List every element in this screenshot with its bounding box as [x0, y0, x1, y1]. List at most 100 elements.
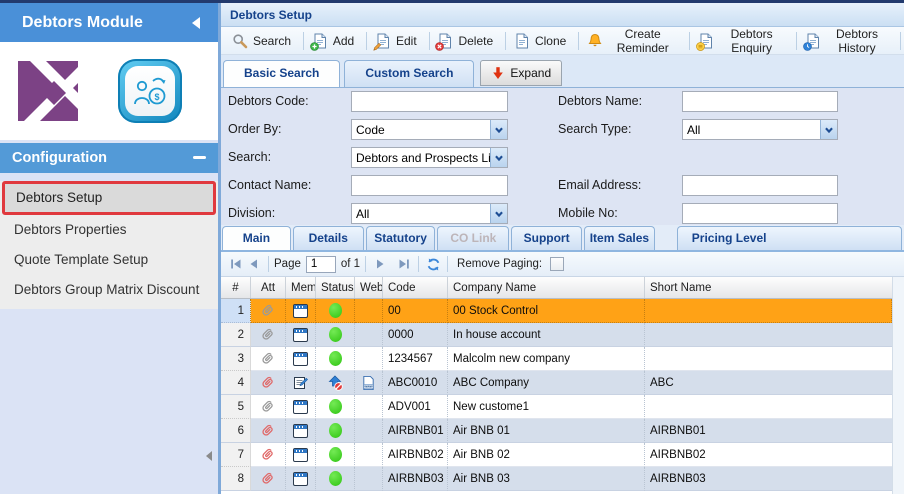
- sidebar-item-quote-template-setup[interactable]: Quote Template Setup: [0, 245, 218, 275]
- main-panel: Debtors Setup Search Add Edit: [218, 3, 904, 494]
- attachment-cell: [251, 467, 286, 491]
- logo-panel: $: [0, 42, 218, 140]
- delete-button[interactable]: Delete: [432, 29, 502, 53]
- row-number: 1: [221, 299, 251, 323]
- table-row[interactable]: 8 AIRBNB03 Air BNB 03 AIRBNB03: [221, 467, 892, 491]
- contact-name-input[interactable]: [352, 176, 507, 195]
- splitter-collapse-icon[interactable]: [206, 451, 212, 461]
- tab-statutory[interactable]: Statutory: [366, 226, 436, 250]
- edit-button-label: Edit: [396, 34, 417, 48]
- column-header-status[interactable]: Status: [316, 277, 355, 298]
- tab-custom-search[interactable]: Custom Search: [344, 60, 474, 87]
- contact-name-field[interactable]: [351, 175, 508, 196]
- memo-cell: [286, 443, 316, 467]
- remove-paging-checkbox[interactable]: [550, 257, 564, 271]
- collapse-sidebar-icon[interactable]: [192, 17, 200, 29]
- tab-item-sales[interactable]: Item Sales: [584, 226, 655, 250]
- toolbar-separator: [900, 32, 901, 50]
- column-header-company-name[interactable]: Company Name: [448, 277, 645, 298]
- vertical-scrollbar[interactable]: [892, 277, 904, 494]
- create-reminder-button[interactable]: Create Reminder: [582, 29, 686, 53]
- company-name-cell: Air BNB 02: [448, 443, 645, 467]
- division-value: All: [352, 207, 490, 221]
- doc-delete-icon: [437, 33, 453, 49]
- company-name-cell: In house account: [448, 323, 645, 347]
- debtors-enquiry-button[interactable]: Debtors Enquiry: [693, 29, 793, 53]
- edit-button[interactable]: Edit: [370, 29, 426, 53]
- division-label: Division:: [228, 203, 275, 224]
- refresh-button[interactable]: [424, 255, 442, 273]
- detail-tab-strip: Main Details Statutory CO Link Support T…: [221, 225, 904, 252]
- first-page-button[interactable]: [227, 255, 245, 273]
- toolbar-separator: [303, 32, 304, 50]
- tab-support-task[interactable]: Support Task: [511, 226, 582, 250]
- contact-name-label: Contact Name:: [228, 175, 311, 196]
- memo-cell: [286, 467, 316, 491]
- sidebar-item-debtors-properties[interactable]: Debtors Properties: [0, 215, 218, 245]
- tab-details[interactable]: Details: [293, 226, 364, 250]
- search-button[interactable]: Search: [227, 29, 300, 53]
- add-button[interactable]: Add: [307, 29, 363, 53]
- tab-pricing-level[interactable]: Pricing Level: [677, 226, 902, 250]
- sidebar-item-debtors-setup[interactable]: Debtors Setup: [5, 184, 213, 212]
- company-name-cell: Air BNB 01: [448, 419, 645, 443]
- email-address-input[interactable]: [683, 176, 837, 195]
- clone-button[interactable]: Clone: [509, 29, 575, 53]
- table-row[interactable]: 1 00 00 Stock Control: [221, 299, 892, 323]
- paperclip-icon: [260, 399, 276, 415]
- svg-text:$: $: [154, 92, 159, 102]
- debtors-name-input[interactable]: [683, 92, 837, 111]
- last-page-icon: [396, 256, 412, 272]
- table-row[interactable]: 7 AIRBNB02 Air BNB 02 AIRBNB02: [221, 443, 892, 467]
- debtors-code-input[interactable]: [352, 92, 507, 111]
- row-number: 4: [221, 371, 251, 395]
- last-page-button[interactable]: [395, 255, 413, 273]
- chevron-down-icon[interactable]: [490, 120, 507, 139]
- table-row[interactable]: 6 AIRBNB01 Air BNB 01 AIRBNB01: [221, 419, 892, 443]
- mobile-no-label: Mobile No:: [558, 203, 618, 224]
- chevron-down-icon[interactable]: [820, 120, 837, 139]
- chevron-down-icon[interactable]: [490, 148, 507, 167]
- sidebar-item-debtors-group-matrix-discount[interactable]: Debtors Group Matrix Discount: [0, 275, 218, 305]
- status-active-icon: [329, 471, 342, 486]
- previous-page-button[interactable]: [245, 255, 263, 273]
- website-cell: [355, 395, 383, 419]
- debtors-code-field[interactable]: [351, 91, 508, 112]
- tab-main[interactable]: Main: [222, 226, 291, 250]
- grid-body: 1 00 00 Stock Control 2 0000: [221, 299, 892, 494]
- debtors-name-field[interactable]: [682, 91, 838, 112]
- sidebar-header[interactable]: Debtors Module: [0, 3, 218, 42]
- chevron-down-icon[interactable]: [490, 204, 507, 223]
- table-row[interactable]: 4 ABC0010 ABC Company ABC: [221, 371, 892, 395]
- division-select[interactable]: All: [351, 203, 508, 224]
- memo-edited-icon: [293, 375, 309, 391]
- email-address-field[interactable]: [682, 175, 838, 196]
- search-select[interactable]: Debtors and Prospects Li: [351, 147, 508, 168]
- minus-icon[interactable]: [193, 156, 206, 159]
- order-by-select[interactable]: Code: [351, 119, 508, 140]
- page-number-input[interactable]: [306, 256, 336, 273]
- column-header-short-name[interactable]: Short Name: [645, 277, 892, 298]
- debtors-history-button[interactable]: Debtors History: [800, 29, 897, 53]
- website-icon: [361, 375, 376, 391]
- expand-button[interactable]: Expand: [480, 60, 562, 86]
- tab-basic-search[interactable]: Basic Search: [223, 60, 340, 87]
- table-row[interactable]: 3 1234567 Malcolm new company: [221, 347, 892, 371]
- table-row[interactable]: 5 ADV001 New custome1: [221, 395, 892, 419]
- company-name-cell: New custome1: [448, 395, 645, 419]
- column-header-number[interactable]: #: [221, 277, 251, 298]
- search-type-select[interactable]: All: [682, 119, 838, 140]
- table-row[interactable]: 2 0000 In house account: [221, 323, 892, 347]
- annotation-highlight-box: Debtors Setup: [2, 181, 216, 215]
- next-page-button[interactable]: [371, 255, 389, 273]
- column-header-att[interactable]: Att: [251, 277, 286, 298]
- column-header-website[interactable]: Website: [355, 277, 383, 298]
- debtors-module-icon[interactable]: $: [118, 59, 182, 123]
- mobile-no-field[interactable]: [682, 203, 838, 224]
- column-header-code[interactable]: Code: [383, 277, 448, 298]
- first-page-icon: [228, 256, 244, 272]
- mobile-no-input[interactable]: [683, 204, 837, 223]
- basic-search-form: Debtors Code: Debtors Name: Order By: Co…: [221, 88, 904, 225]
- configuration-section-header[interactable]: Configuration: [0, 143, 218, 173]
- column-header-memo[interactable]: Memo: [286, 277, 316, 298]
